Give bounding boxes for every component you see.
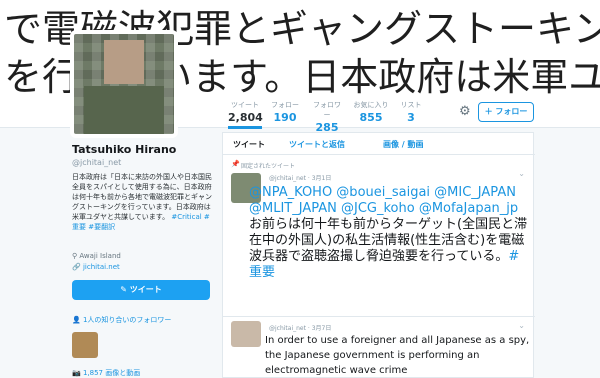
profile-name[interactable]: Tatsuhiko Hirano bbox=[72, 143, 176, 156]
pinned-label: 固定されたツイート bbox=[241, 163, 296, 170]
camera-icon: 📷 bbox=[72, 369, 81, 377]
follow-button[interactable]: ＋ フォロー bbox=[478, 102, 534, 122]
stat-following[interactable]: フォロー 190 bbox=[270, 100, 300, 124]
timeline-tabs: ツイート ツイートと返信 画像 / 動画 bbox=[223, 133, 535, 155]
tab-tweets-replies[interactable]: ツイートと返信 bbox=[289, 139, 345, 150]
profile-bio: 日本政府は「日本に来訪の外国人や日本国民全員をスパイとして使用する為に、日本政府… bbox=[72, 172, 212, 232]
people-icon: 👤 bbox=[72, 316, 81, 324]
add-user-icon: ＋ bbox=[484, 107, 493, 116]
stat-lists-label: リスト bbox=[400, 101, 422, 109]
profile-handle[interactable]: @jchitai_net bbox=[72, 158, 121, 167]
link-icon: 🔗 bbox=[72, 263, 81, 271]
tweet-handle[interactable]: @jchitai_net · 3月1日 bbox=[269, 173, 331, 182]
profile-location-text: Awaji Island bbox=[79, 252, 121, 260]
tweet-text: お前らは何十年も前からターゲット(全国民と滞在中の外国人)の私生活情報(性生活含… bbox=[249, 217, 528, 264]
stat-followers[interactable]: フォロワー 285 bbox=[310, 100, 344, 134]
profile-url-text[interactable]: jichitai.net bbox=[83, 263, 120, 271]
pin-icon: 📌 bbox=[231, 160, 240, 168]
stat-following-label: フォロー bbox=[271, 101, 299, 109]
profile-url[interactable]: 🔗 jichitai.net bbox=[72, 263, 120, 271]
stat-lists-value: 3 bbox=[407, 111, 415, 124]
stat-lists[interactable]: リスト 3 bbox=[398, 100, 424, 124]
stat-favorites[interactable]: お気に入り 855 bbox=[353, 100, 389, 124]
tweet-to-button[interactable]: ✎ ツイート bbox=[72, 280, 210, 300]
tweet-handle[interactable]: @jchitai_net · 3月7日 bbox=[269, 323, 331, 332]
chevron-down-icon[interactable]: ⌄ bbox=[518, 321, 525, 330]
photos-videos-label[interactable]: 1,857 画像と動画 bbox=[83, 369, 140, 377]
stat-followers-label: フォロワー bbox=[313, 101, 341, 119]
stat-tweets[interactable]: ツイート 2,804 bbox=[228, 100, 263, 129]
location-pin-icon: ⚲ bbox=[72, 252, 78, 260]
avatar-face bbox=[104, 40, 144, 84]
compose-icon: ✎ bbox=[120, 285, 127, 294]
tweet-mentions[interactable]: @NPA_KOHO @bouei_saigai @MIC_JAPAN @MLIT… bbox=[249, 185, 518, 216]
tweet-body: In order to use a foreigner and all Japa… bbox=[265, 335, 530, 376]
tweet-body: @NPA_KOHO @bouei_saigai @MIC_JAPAN @MLIT… bbox=[249, 185, 531, 281]
timeline: ツイート ツイートと返信 画像 / 動画 📌 固定されたツイート @jchita… bbox=[222, 132, 535, 378]
followers-you-know-label[interactable]: 1人の知り合いのフォロワー bbox=[83, 316, 171, 324]
tweet-to-button-label: ツイート bbox=[129, 285, 162, 294]
chevron-down-icon[interactable]: ⌄ bbox=[518, 169, 525, 178]
tab-media[interactable]: 画像 / 動画 bbox=[383, 139, 424, 150]
followers-you-know[interactable]: 👤 1人の知り合いのフォロワー bbox=[72, 315, 171, 325]
stat-favorites-label: お気に入り bbox=[353, 101, 389, 109]
stat-following-value: 190 bbox=[273, 111, 297, 124]
pinned-tweet[interactable]: 📌 固定されたツイート @jchitai_net · 3月1日 ⌄ @NPA_K… bbox=[223, 157, 535, 317]
avatar-shirt bbox=[84, 86, 164, 134]
tweet-avatar[interactable] bbox=[231, 321, 261, 347]
tab-tweets[interactable]: ツイート bbox=[233, 139, 265, 150]
follow-button-label: フォロー bbox=[495, 107, 528, 116]
known-follower-avatar[interactable] bbox=[72, 332, 98, 358]
tweet[interactable]: @jchitai_net · 3月7日 ⌄ In order to use a … bbox=[223, 319, 535, 378]
profile-location: ⚲ Awaji Island bbox=[72, 252, 121, 260]
stat-tweets-label: ツイート bbox=[231, 101, 259, 109]
profile-avatar[interactable] bbox=[70, 30, 178, 138]
photos-videos-link[interactable]: 📷 1,857 画像と動画 bbox=[72, 368, 140, 378]
stat-tweets-value: 2,804 bbox=[228, 111, 263, 124]
stat-favorites-value: 855 bbox=[359, 111, 383, 124]
gear-icon[interactable]: ⚙ bbox=[459, 104, 471, 119]
